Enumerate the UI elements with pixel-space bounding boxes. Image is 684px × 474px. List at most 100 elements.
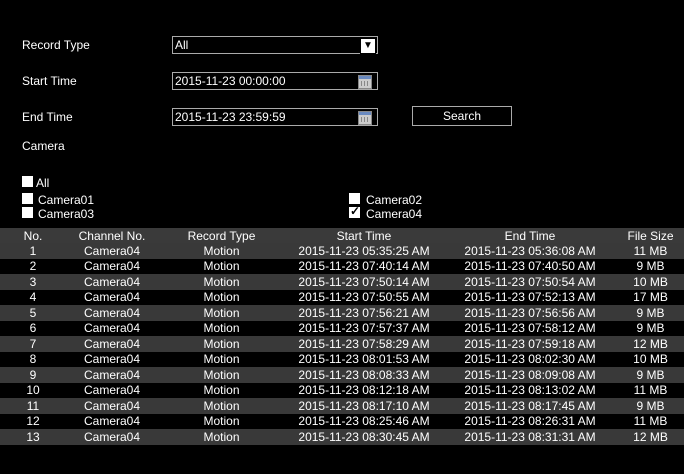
cell-channel-no: Camera04 [66, 413, 158, 429]
table-row[interactable]: 12 Camera04 Motion 2015-11-23 08:25:46 AM 20… [0, 413, 684, 429]
cell-channel-no: Camera04 [66, 429, 158, 445]
cell-channel-no: Camera04 [66, 305, 158, 321]
cell-end-time: 2015-11-23 08:26:31 AM [443, 413, 617, 429]
header-start-time: Start Time [285, 228, 443, 243]
table-row[interactable]: 2 Camera04 Motion 2015-11-23 07:40:14 AM 201… [0, 258, 684, 274]
cell-file-size: 10 MB [617, 351, 684, 367]
end-time-field[interactable]: 2015-11-23 23:59:59 [172, 108, 378, 126]
cell-start-time: 2015-11-23 07:58:29 AM [285, 336, 443, 352]
cell-start-time: 2015-11-23 08:25:46 AM [285, 413, 443, 429]
cell-start-time: 2015-11-23 07:56:21 AM [285, 305, 443, 321]
table-row[interactable]: 3 Camera04 Motion 2015-11-23 07:50:14 AM 201… [0, 274, 684, 290]
cell-start-time: 2015-11-23 07:57:37 AM [285, 320, 443, 336]
cell-channel-no: Camera04 [66, 289, 158, 305]
cell-channel-no: Camera04 [66, 351, 158, 367]
cell-channel-no: Camera04 [66, 367, 158, 383]
calendar-icon[interactable] [358, 111, 372, 125]
search-button[interactable]: Search [412, 106, 512, 126]
cell-no: 1 [0, 243, 66, 259]
cell-no: 4 [0, 289, 66, 305]
cell-file-size: 9 MB [617, 367, 684, 383]
chevron-down-icon[interactable]: ▼ [360, 38, 376, 54]
cell-no: 3 [0, 274, 66, 290]
cell-channel-no: Camera04 [66, 382, 158, 398]
record-type-select[interactable]: All ▼ [172, 36, 378, 54]
all-label: All [36, 176, 50, 190]
table-row[interactable]: 9 Camera04 Motion 2015-11-23 08:08:33 AM 201… [0, 367, 684, 383]
table-row[interactable]: 13 Camera04 Motion 2015-11-23 08:30:45 AM 20… [0, 429, 684, 445]
camera-label: Camera [22, 139, 65, 153]
cell-record-type: Motion [158, 429, 285, 445]
cell-file-size: 12 MB [617, 336, 684, 352]
cell-start-time: 2015-11-23 08:01:53 AM [285, 351, 443, 367]
cell-record-type: Motion [158, 258, 285, 274]
cell-file-size: 9 MB [617, 398, 684, 414]
cell-file-size: 12 MB [617, 429, 684, 445]
cell-record-type: Motion [158, 367, 285, 383]
cell-start-time: 2015-11-23 08:08:33 AM [285, 367, 443, 383]
table-row[interactable]: 4 Camera04 Motion 2015-11-23 07:50:55 AM 201… [0, 289, 684, 305]
cell-no: 11 [0, 398, 66, 414]
record-type-value: All [175, 38, 189, 52]
cell-start-time: 2015-11-23 07:40:14 AM [285, 258, 443, 274]
cell-record-type: Motion [158, 320, 285, 336]
header-file-size: File Size [617, 228, 684, 243]
cell-end-time: 2015-11-23 07:56:56 AM [443, 305, 617, 321]
cell-record-type: Motion [158, 336, 285, 352]
calendar-icon[interactable] [358, 75, 372, 89]
cell-no: 6 [0, 320, 66, 336]
cell-record-type: Motion [158, 398, 285, 414]
camera03-checkbox[interactable] [22, 207, 33, 218]
cell-no: 13 [0, 429, 66, 445]
header-channel-no: Channel No. [66, 228, 158, 243]
cell-record-type: Motion [158, 413, 285, 429]
table-row[interactable]: 5 Camera04 Motion 2015-11-23 07:56:21 AM 201… [0, 305, 684, 321]
cell-record-type: Motion [158, 305, 285, 321]
cell-channel-no: Camera04 [66, 274, 158, 290]
record-type-label: Record Type [22, 38, 90, 52]
cell-no: 5 [0, 305, 66, 321]
cell-file-size: 11 MB [617, 382, 684, 398]
record-table: No. Channel No. Record Type Start Time E… [0, 228, 684, 445]
cell-start-time: 2015-11-23 08:12:18 AM [285, 382, 443, 398]
cell-record-type: Motion [158, 274, 285, 290]
cell-record-type: Motion [158, 243, 285, 259]
cell-channel-no: Camera04 [66, 398, 158, 414]
start-time-field[interactable]: 2015-11-23 00:00:00 [172, 72, 378, 90]
table-row[interactable]: 6 Camera04 Motion 2015-11-23 07:57:37 AM 201… [0, 320, 684, 336]
table-row[interactable]: 1 Camera04 Motion 2015-11-23 05:35:25 AM 201… [0, 243, 684, 259]
cell-end-time: 2015-11-23 07:58:12 AM [443, 320, 617, 336]
cell-start-time: 2015-11-23 07:50:14 AM [285, 274, 443, 290]
cell-channel-no: Camera04 [66, 336, 158, 352]
cell-file-size: 11 MB [617, 413, 684, 429]
cell-file-size: 17 MB [617, 289, 684, 305]
cell-end-time: 2015-11-23 08:02:30 AM [443, 351, 617, 367]
cell-file-size: 9 MB [617, 305, 684, 321]
camera04-checkbox[interactable] [349, 204, 360, 218]
table-row[interactable]: 7 Camera04 Motion 2015-11-23 07:58:29 AM 201… [0, 336, 684, 352]
camera01-checkbox[interactable] [22, 193, 33, 204]
cell-end-time: 2015-11-23 07:40:50 AM [443, 258, 617, 274]
camera02-checkbox[interactable] [349, 193, 360, 204]
cell-no: 12 [0, 413, 66, 429]
cell-file-size: 9 MB [617, 320, 684, 336]
cell-end-time: 2015-11-23 08:31:31 AM [443, 429, 617, 445]
cell-record-type: Motion [158, 351, 285, 367]
cell-start-time: 2015-11-23 08:17:10 AM [285, 398, 443, 414]
cell-end-time: 2015-11-23 07:50:54 AM [443, 274, 617, 290]
table-header-row: No. Channel No. Record Type Start Time E… [0, 228, 684, 243]
cell-end-time: 2015-11-23 08:17:45 AM [443, 398, 617, 414]
table-row[interactable]: 11 Camera04 Motion 2015-11-23 08:17:10 AM 20… [0, 398, 684, 414]
camera01-label: Camera01 [38, 193, 95, 207]
header-no: No. [0, 228, 66, 243]
cell-end-time: 2015-11-23 05:36:08 AM [443, 243, 617, 259]
cell-file-size: 9 MB [617, 258, 684, 274]
start-time-label: Start Time [22, 74, 77, 88]
table-row[interactable]: 10 Camera04 Motion 2015-11-23 08:12:18 AM 20… [0, 382, 684, 398]
cell-channel-no: Camera04 [66, 320, 158, 336]
all-checkbox[interactable] [22, 176, 33, 187]
end-time-label: End Time [22, 110, 73, 124]
table-row[interactable]: 8 Camera04 Motion 2015-11-23 08:01:53 AM 201… [0, 351, 684, 367]
camera04-label: Camera04 [366, 207, 423, 221]
cell-start-time: 2015-11-23 05:35:25 AM [285, 243, 443, 259]
